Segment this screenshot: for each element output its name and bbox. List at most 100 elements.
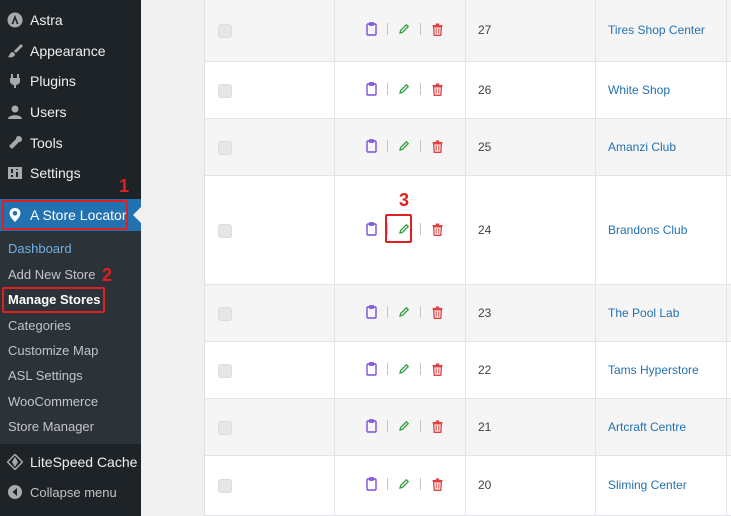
store-name-link[interactable]: Tires Shop Center [608, 23, 705, 37]
trash-icon[interactable] [430, 21, 444, 37]
trash-icon[interactable] [430, 221, 444, 237]
column-divider [726, 176, 727, 284]
menu-item-appearance[interactable]: Appearance [0, 36, 141, 66]
copy-icon[interactable] [364, 361, 378, 377]
table-row: 23 The Pool Lab [205, 285, 731, 342]
menu-label: Collapse menu [30, 484, 117, 500]
submenu-dashboard[interactable]: Dashboard [8, 239, 72, 259]
submenu-categories[interactable]: Categories [8, 316, 71, 336]
row-actions [364, 81, 444, 97]
submenu-add-new-store[interactable]: Add New Store [8, 265, 95, 285]
menu-item-litespeed[interactable]: LiteSpeed Cache [0, 447, 141, 477]
action-separator [420, 140, 421, 152]
annotation-number-3: 3 [399, 190, 410, 210]
copy-icon[interactable] [364, 476, 378, 492]
row-actions [364, 361, 444, 377]
row-checkbox[interactable] [218, 224, 232, 238]
collapse-menu-button[interactable]: Collapse menu [0, 477, 141, 507]
menu-item-tools[interactable]: Tools [0, 128, 141, 158]
action-separator [387, 420, 388, 432]
annotation-box-3 [385, 214, 412, 243]
store-id: 26 [478, 83, 492, 97]
column-divider [726, 0, 727, 61]
column-divider [465, 456, 466, 515]
column-divider [595, 62, 596, 118]
store-name-link[interactable]: Amanzi Club [608, 140, 676, 154]
stores-table: 27 Tires Shop Center 26 White Shop 25 Amanzi … [204, 0, 731, 516]
column-divider [726, 62, 727, 118]
row-checkbox[interactable] [218, 141, 232, 155]
column-divider [595, 342, 596, 398]
store-name-link[interactable]: White Shop [608, 83, 670, 97]
table-row: 25 Amanzi Club [205, 119, 731, 176]
row-checkbox[interactable] [218, 479, 232, 493]
edit-pencil-icon[interactable] [397, 361, 411, 377]
copy-icon[interactable] [364, 304, 378, 320]
store-id: 27 [478, 23, 492, 37]
store-name-link[interactable]: Sliming Center [608, 478, 687, 492]
copy-icon[interactable] [364, 81, 378, 97]
column-divider [334, 62, 335, 118]
row-checkbox[interactable] [218, 24, 232, 38]
store-name-link[interactable]: The Pool Lab [608, 306, 679, 320]
submenu-store-manager[interactable]: Store Manager [8, 417, 94, 437]
trash-icon[interactable] [430, 304, 444, 320]
action-separator [420, 23, 421, 35]
action-separator [387, 23, 388, 35]
action-separator [387, 140, 388, 152]
trash-icon[interactable] [430, 81, 444, 97]
active-menu-arrow [133, 207, 141, 223]
edit-pencil-icon[interactable] [397, 138, 411, 154]
column-divider [334, 0, 335, 61]
trash-icon[interactable] [430, 361, 444, 377]
row-checkbox[interactable] [218, 84, 232, 98]
table-row: 27 Tires Shop Center [205, 0, 731, 62]
store-name-link[interactable]: Tams Hyperstore [608, 363, 699, 377]
action-separator [420, 223, 421, 235]
edit-pencil-icon[interactable] [397, 418, 411, 434]
table-row: 24 Brandons Club [205, 176, 731, 285]
annotation-box-1 [2, 200, 128, 230]
collapse-arrow-icon [0, 484, 30, 500]
row-checkbox[interactable] [218, 307, 232, 321]
store-locator-submenu: Dashboard Add New Store Manage Stores Ca… [0, 231, 141, 444]
copy-icon[interactable] [364, 138, 378, 154]
menu-item-users[interactable]: Users [0, 97, 141, 127]
column-divider [595, 119, 596, 175]
edit-pencil-icon[interactable] [397, 21, 411, 37]
table-row: 20 Sliming Center [205, 456, 731, 516]
row-checkbox[interactable] [218, 421, 232, 435]
action-separator [420, 306, 421, 318]
row-actions [364, 476, 444, 492]
settings-icon [0, 165, 30, 181]
column-divider [465, 342, 466, 398]
column-divider [465, 176, 466, 284]
store-name-link[interactable]: Brandons Club [608, 223, 687, 237]
edit-pencil-icon[interactable] [397, 81, 411, 97]
column-divider [334, 342, 335, 398]
trash-icon[interactable] [430, 476, 444, 492]
column-divider [334, 285, 335, 341]
trash-icon[interactable] [430, 418, 444, 434]
trash-icon[interactable] [430, 138, 444, 154]
menu-item-astra[interactable]: Astra [0, 5, 141, 35]
row-checkbox[interactable] [218, 364, 232, 378]
submenu-customize-map[interactable]: Customize Map [8, 341, 98, 361]
table-row: 26 White Shop [205, 62, 731, 119]
action-separator [387, 478, 388, 490]
submenu-woocommerce[interactable]: WooCommerce [8, 392, 98, 412]
user-icon [0, 104, 30, 120]
submenu-asl-settings[interactable]: ASL Settings [8, 366, 83, 386]
litespeed-icon [0, 454, 30, 470]
store-name-link[interactable]: Artcraft Centre [608, 420, 686, 434]
copy-icon[interactable] [364, 418, 378, 434]
column-divider [334, 456, 335, 515]
menu-label: Users [30, 104, 67, 120]
column-divider [334, 399, 335, 455]
copy-icon[interactable] [364, 221, 378, 237]
edit-pencil-icon[interactable] [397, 304, 411, 320]
menu-item-plugins[interactable]: Plugins [0, 66, 141, 96]
copy-icon[interactable] [364, 21, 378, 37]
annotation-number-1: 1 [119, 176, 130, 196]
edit-pencil-icon[interactable] [397, 476, 411, 492]
